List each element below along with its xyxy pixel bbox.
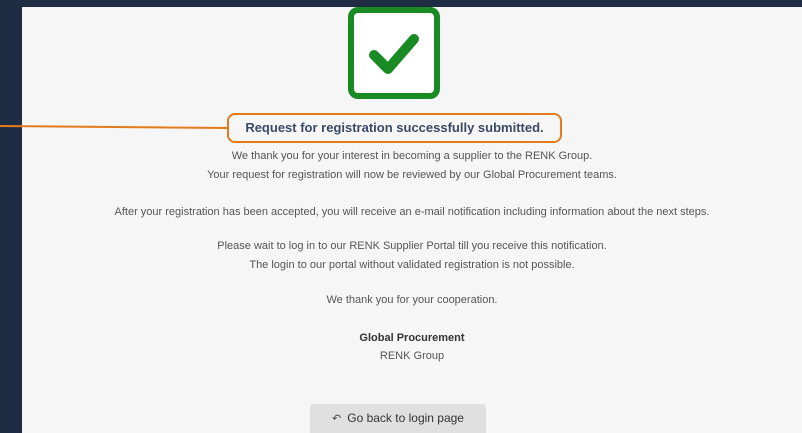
not-possible-text: The login to our portal without validate… (249, 259, 575, 271)
page: Request for registration successfully su… (0, 0, 802, 433)
signature-department: Global Procurement (359, 332, 465, 344)
reply-arrow-icon: ↶ (332, 413, 342, 425)
checkmark-icon (348, 7, 440, 99)
back-to-login-label: Go back to login page (347, 411, 464, 425)
cooperation-text: We thank you for your cooperation. (326, 294, 498, 306)
thanks-interest-text: We thank you for your interest in becomi… (231, 150, 593, 162)
review-text: Your request for registration will now b… (207, 169, 617, 181)
signature-company: RENK Group (379, 350, 445, 362)
success-title: Request for registration successfully su… (227, 113, 562, 143)
after-accept-text: After your registration has been accepte… (114, 206, 710, 218)
checkmark-glyph (369, 34, 419, 74)
back-to-login-button[interactable]: ↶ Go back to login page (310, 404, 486, 433)
wait-text: Please wait to log in to our RENK Suppli… (217, 240, 607, 252)
